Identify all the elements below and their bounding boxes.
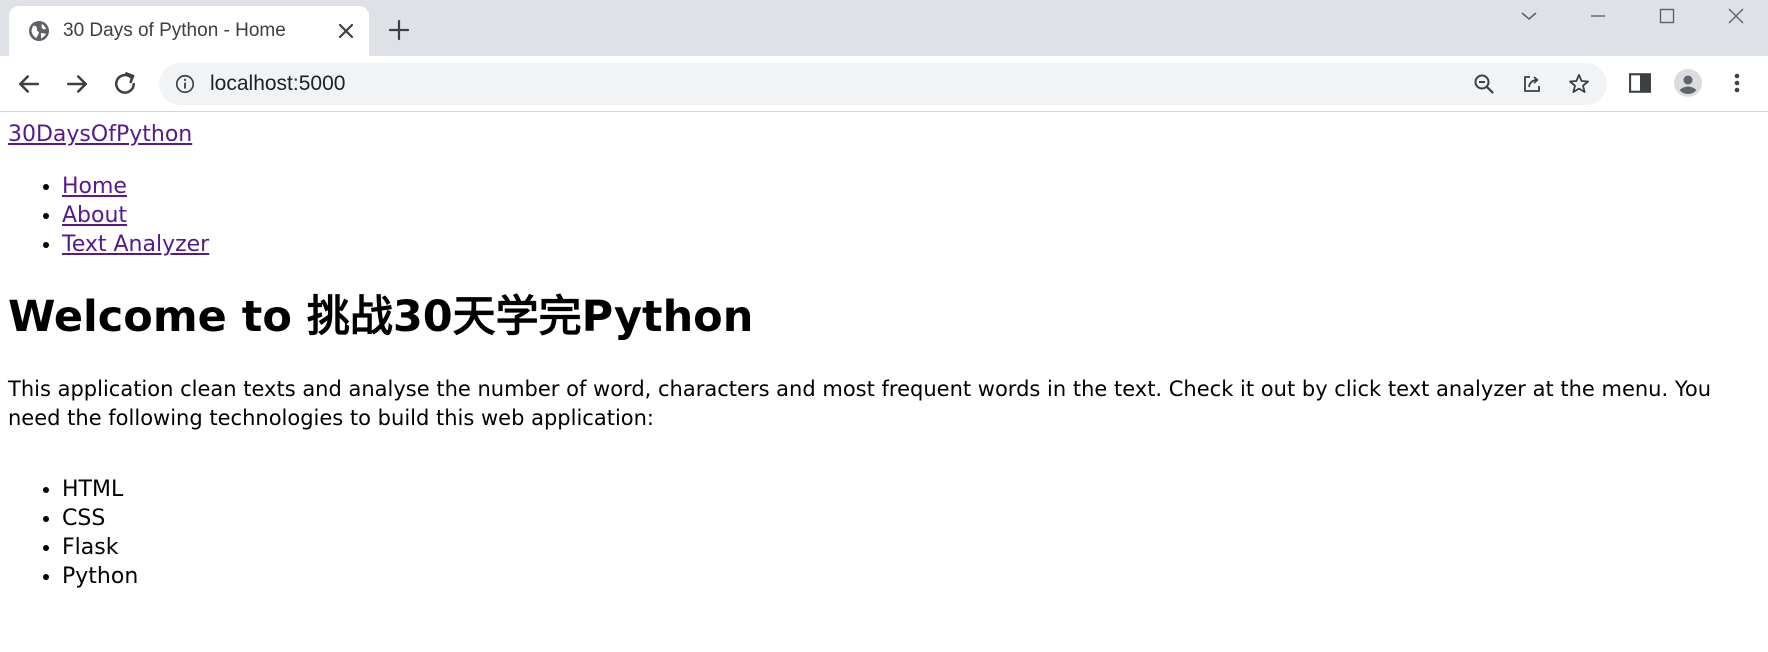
address-bar[interactable]: localhost:5000 [159, 63, 1607, 105]
technology-list: HTML CSS Flask Python [0, 475, 138, 591]
close-icon[interactable] [334, 19, 358, 43]
list-item: Python [62, 562, 138, 591]
brand-link[interactable]: 30DaysOfPython [8, 122, 192, 148]
nav-link-home[interactable]: Home [62, 174, 127, 199]
side-panel-icon[interactable] [1626, 69, 1654, 97]
nav-item-home: Home [62, 172, 209, 201]
star-icon[interactable] [1567, 72, 1591, 96]
main-nav: Home About Text Analyzer [0, 172, 209, 259]
avatar-icon[interactable] [1674, 69, 1702, 97]
globe-icon [29, 21, 49, 41]
list-item: HTML [62, 475, 138, 504]
nav-item-text-analyzer: Text Analyzer [62, 230, 209, 259]
arrow-right-icon[interactable] [62, 69, 92, 99]
nav-link-about[interactable]: About [62, 203, 127, 228]
page-heading: Welcome to 挑战30天学完Python [8, 292, 754, 342]
reload-icon[interactable] [110, 69, 140, 99]
info-icon[interactable] [174, 73, 196, 95]
zoom-out-icon[interactable] [1472, 72, 1496, 96]
plus-icon[interactable] [387, 18, 411, 42]
list-item: Flask [62, 533, 138, 562]
more-vertical-icon[interactable] [1723, 69, 1751, 97]
minimize-icon[interactable] [1586, 4, 1610, 28]
browser-tab[interactable]: 30 Days of Python - Home [9, 6, 369, 56]
maximize-icon[interactable] [1655, 4, 1679, 28]
intro-paragraph: This application clean texts and analyse… [8, 377, 1712, 430]
chevron-down-icon[interactable] [1517, 4, 1541, 28]
share-icon[interactable] [1520, 72, 1544, 96]
browser-toolbar: localhost:5000 [0, 56, 1768, 112]
url-text[interactable]: localhost:5000 [210, 72, 345, 96]
window-close-icon[interactable] [1724, 4, 1748, 28]
page-content: 30DaysOfPython Home About Text Analyzer … [0, 112, 1768, 652]
tab-title: 30 Days of Python - Home [63, 20, 286, 41]
nav-link-text-analyzer[interactable]: Text Analyzer [62, 232, 209, 257]
browser-tab-strip: 30 Days of Python - Home [0, 0, 1768, 56]
nav-item-about: About [62, 201, 209, 230]
arrow-left-icon[interactable] [14, 69, 44, 99]
list-item: CSS [62, 504, 138, 533]
